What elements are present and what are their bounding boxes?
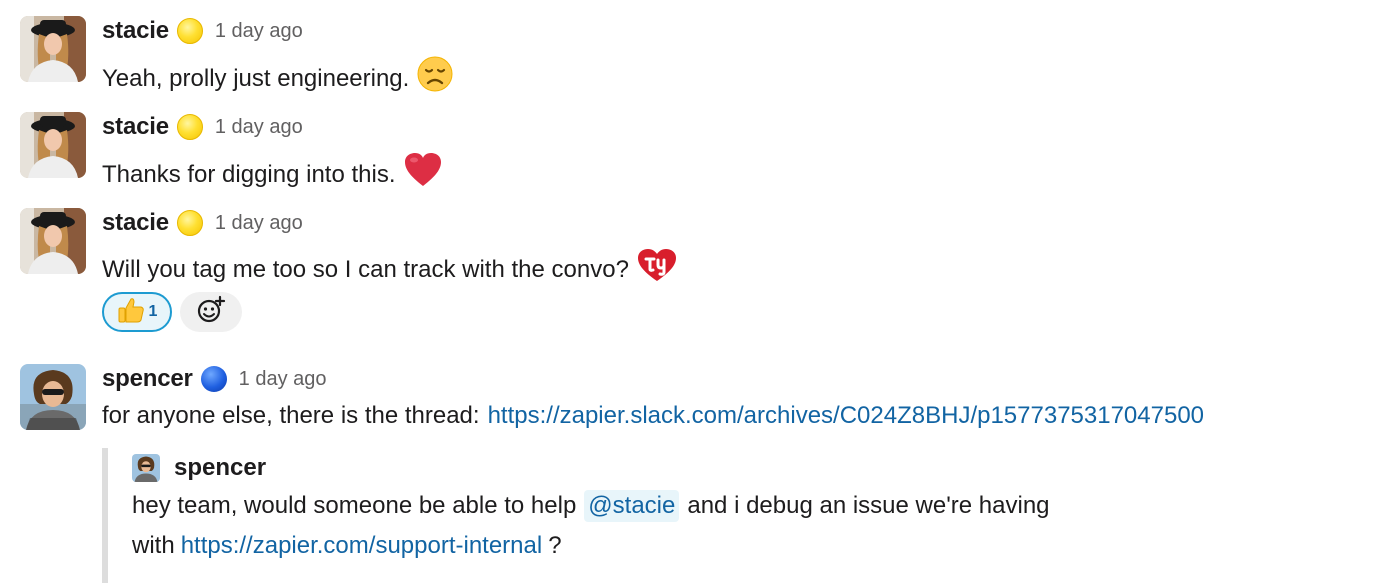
message-header: spencer 1 day ago [102,364,327,394]
timestamp[interactable]: 1 day ago [215,212,303,235]
message-text: for anyone else, there is the thread: ht… [102,400,1204,432]
author-name[interactable]: spencer [102,365,193,393]
yellow-circle-status-icon [176,210,203,236]
quote-text: hey team, would someone be able to help [132,492,577,519]
spencer-avatar-icon [132,454,160,482]
message-body: Will you tag me too so I can track with … [102,255,629,283]
quote-text: ? [548,532,562,559]
reaction-count: 1 [148,303,158,320]
reaction-thumbs-up[interactable]: 1 [102,292,172,332]
stacie-avatar-icon [20,208,86,274]
message-header: stacie 1 day ago [102,208,303,238]
author-name[interactable]: stacie [102,209,169,237]
quote-text: with [132,532,175,559]
message-text: Thanks for digging into this. [102,152,442,197]
add-reaction-button[interactable] [180,292,242,332]
yellow-circle-status-icon [176,114,203,140]
message-text: Yeah, prolly just engineering. [102,56,453,101]
thumbs-up-icon [117,296,145,329]
avatar-stacie[interactable] [20,112,86,178]
timestamp[interactable]: 1 day ago [215,116,303,139]
message-text: Will you tag me too so I can track with … [102,248,677,291]
author-name[interactable]: stacie [102,113,169,141]
quote-text: and i debug an issue we're having [687,492,1050,519]
stacie-avatar-icon [20,16,86,82]
message-body: for anyone else, there is the thread: [102,402,480,429]
support-internal-link[interactable]: https://zapier.com/support-internal [181,530,543,562]
user-mention[interactable]: @stacie [584,490,680,522]
quote-line-1: hey team, would someone be able to help … [132,490,1050,522]
blue-circle-status-icon [200,366,227,392]
spencer-avatar-icon [20,364,86,430]
avatar-stacie[interactable] [20,16,86,82]
message-body: Thanks for digging into this. [102,160,396,188]
red-heart-icon [404,152,442,197]
author-name[interactable]: stacie [102,17,169,45]
ty-heart-icon [637,248,677,291]
disappointed-face-icon [417,56,453,101]
add-reaction-icon [196,295,226,330]
message-header: stacie 1 day ago [102,16,303,46]
quote-avatar[interactable] [132,454,160,482]
message-header: stacie 1 day ago [102,112,303,142]
avatar-stacie[interactable] [20,208,86,274]
message-body: Yeah, prolly just engineering. [102,64,410,92]
quote-line-2: with https://zapier.com/support-internal… [132,530,562,562]
quote-author-name[interactable]: spencer [174,454,266,482]
timestamp[interactable]: 1 day ago [239,368,327,391]
quoted-message: spencer hey team, would someone be able … [102,448,1302,583]
quote-header: spencer [132,454,266,482]
yellow-circle-status-icon [176,18,203,44]
avatar-spencer[interactable] [20,364,86,430]
timestamp[interactable]: 1 day ago [215,20,303,43]
thread-link[interactable]: https://zapier.slack.com/archives/C024Z8… [488,400,1204,432]
reactions-bar: 1 [102,292,242,332]
stacie-avatar-icon [20,112,86,178]
